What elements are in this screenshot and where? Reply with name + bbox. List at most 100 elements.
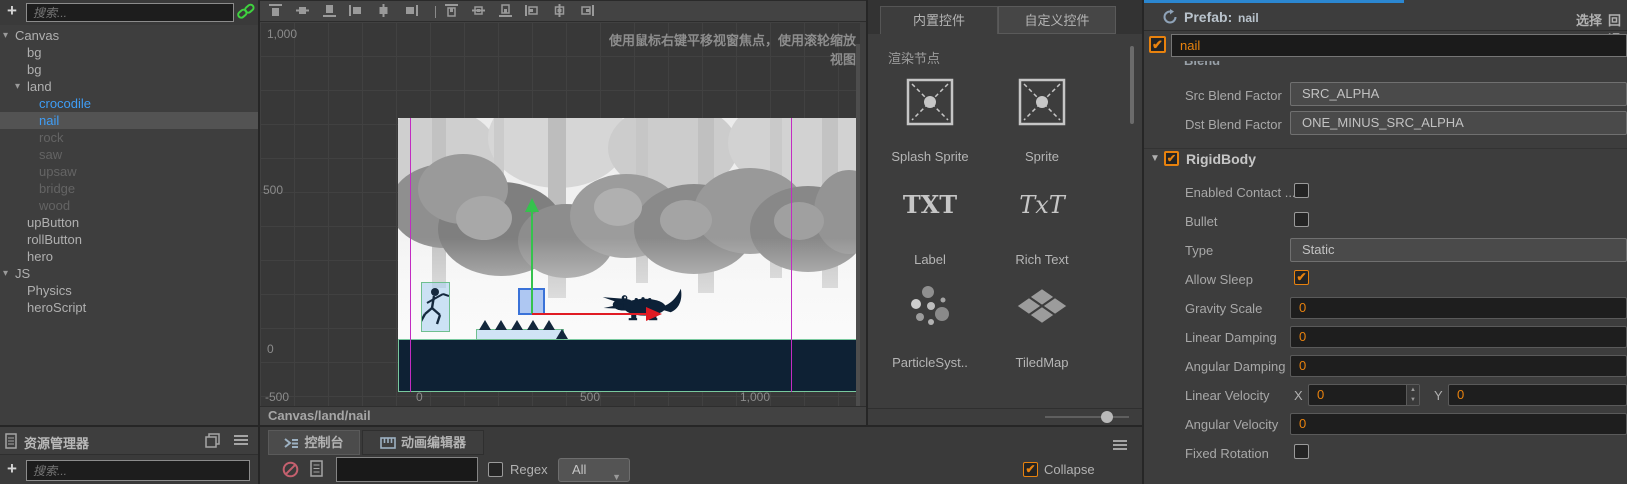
tree-item-bg[interactable]: bg — [0, 44, 258, 61]
x-axis-label: X — [1294, 388, 1303, 403]
tab-custom-widgets[interactable]: 自定义控件 — [998, 6, 1116, 34]
add-asset-button[interactable]: + — [4, 460, 20, 477]
scene-canvas[interactable]: 1,000 500 0 -500 0 500 1,000 使用鼠标右键平移视窗焦… — [260, 22, 860, 425]
tree-item-bg[interactable]: bg — [0, 61, 258, 78]
tab-console[interactable]: 控制台 — [268, 430, 360, 455]
scene-toolbar — [260, 0, 866, 22]
gizmo-arrow-up-icon[interactable] — [525, 198, 539, 212]
widget-particlesyst-[interactable]: ParticleSyst.. — [878, 274, 982, 374]
stretch-vcenter-icon[interactable] — [470, 3, 490, 21]
sprite-icon — [990, 76, 1094, 128]
property-value-input[interactable]: 0 — [1290, 355, 1627, 377]
gizmo-arrow-right-icon[interactable] — [646, 307, 662, 321]
property-checkbox[interactable]: ✔ — [1294, 270, 1309, 285]
link-prefab-icon[interactable] — [236, 3, 256, 21]
regex-checkbox[interactable] — [488, 462, 503, 477]
tree-item-label: crocodile — [39, 96, 92, 111]
tree-item-rollbutton[interactable]: rollButton — [0, 231, 258, 248]
align-bottom-icon[interactable] — [321, 3, 341, 21]
align-right-icon[interactable] — [402, 3, 422, 21]
property-checkbox[interactable] — [1294, 444, 1309, 459]
prefab-sync-icon[interactable] — [1162, 9, 1178, 25]
clear-console-icon[interactable] — [282, 461, 299, 478]
property-checkbox[interactable] — [1294, 183, 1309, 198]
tree-item-js[interactable]: ▾ JS — [0, 265, 258, 282]
value-stepper[interactable]: ▲ ▼ — [1406, 385, 1419, 405]
node-enabled-checkbox[interactable]: ✔ — [1149, 36, 1166, 53]
widgets-scrollbar[interactable] — [1130, 46, 1134, 124]
console-menu-icon[interactable] — [1112, 439, 1128, 451]
log-level-dropdown[interactable]: All ▼ — [558, 458, 630, 482]
tree-item-label: heroScript — [27, 300, 87, 315]
tree-item-label: rollButton — [27, 232, 82, 247]
widget-splash-sprite[interactable]: Splash Sprite — [878, 68, 982, 168]
game-viewport[interactable] — [398, 118, 860, 392]
expand-arrow-icon[interactable]: ▾ — [15, 78, 20, 95]
hierarchy-topbar: + — [0, 0, 258, 25]
tab-animation-editor[interactable]: 动画编辑器 — [362, 430, 484, 455]
stretch-left-icon[interactable] — [524, 3, 544, 21]
expand-arrow-icon[interactable]: ▾ — [3, 27, 8, 44]
align-vcenter-icon[interactable] — [294, 3, 314, 21]
tree-item-land[interactable]: ▾ land — [0, 78, 258, 95]
zoom-slider-track[interactable] — [1045, 416, 1129, 418]
property-value-input[interactable]: 0 — [1290, 297, 1627, 319]
animation-editor-icon — [380, 437, 396, 449]
stretch-bottom-icon[interactable] — [497, 3, 517, 21]
console-filter-input[interactable] — [336, 457, 478, 482]
align-hcenter-icon[interactable] — [375, 3, 395, 21]
tree-item-crocodile[interactable]: crocodile — [0, 95, 258, 112]
crocodile-node[interactable] — [601, 284, 685, 322]
ruler-y-500: 500 — [263, 183, 284, 197]
assets-search-input[interactable] — [26, 460, 250, 481]
tree-item-upsaw[interactable]: upsaw — [0, 163, 258, 180]
rigidbody-enabled-checkbox[interactable]: ✔ — [1164, 151, 1179, 166]
x-value-input[interactable]: 0 ▲ ▼ — [1308, 384, 1420, 406]
assets-menu-icon[interactable] — [233, 433, 251, 449]
stretch-right-icon[interactable] — [578, 3, 598, 21]
property-value-input[interactable]: 0 — [1290, 413, 1627, 435]
widget-sprite[interactable]: Sprite — [990, 68, 1094, 168]
tree-item-heroscript[interactable]: heroScript — [0, 299, 258, 316]
src-blend-dropdown[interactable]: SRC_ALPHA — [1290, 82, 1627, 106]
property-value-input[interactable]: 0 — [1290, 326, 1627, 348]
expand-arrow-icon[interactable]: ▾ — [3, 265, 8, 282]
zoom-slider-handle[interactable] — [1101, 411, 1113, 423]
align-top-icon[interactable] — [267, 3, 287, 21]
hierarchy-search-input[interactable] — [26, 3, 234, 22]
widget-rich-text[interactable]: TxT Rich Text — [990, 171, 1094, 271]
duplicate-view-icon[interactable] — [205, 433, 223, 449]
tree-item-bridge[interactable]: bridge — [0, 180, 258, 197]
tree-item-nail[interactable]: nail — [0, 112, 258, 129]
y-value-input[interactable]: 0 — [1448, 384, 1627, 406]
hero-node[interactable] — [421, 282, 450, 332]
tab-builtin-widgets[interactable]: 内置控件 — [880, 6, 998, 34]
stretch-hcenter-icon[interactable] — [551, 3, 571, 21]
collapse-arrow-icon[interactable]: ▼ — [1150, 153, 1160, 164]
tree-item-physics[interactable]: Physics — [0, 282, 258, 299]
align-left-icon[interactable] — [348, 3, 368, 21]
widget-label[interactable]: TXT Label — [878, 171, 982, 271]
tree-item-rock[interactable]: rock — [0, 129, 258, 146]
tree-item-saw[interactable]: saw — [0, 146, 258, 163]
property-checkbox[interactable] — [1294, 212, 1309, 227]
dst-blend-dropdown[interactable]: ONE_MINUS_SRC_ALPHA — [1290, 111, 1627, 135]
gizmo-axis-x[interactable] — [532, 313, 648, 315]
widget-tiledmap[interactable]: TiledMap — [990, 274, 1094, 374]
tree-item-wood[interactable]: wood — [0, 197, 258, 214]
collapse-checkbox[interactable]: ✔ — [1023, 462, 1038, 477]
scene-scrollbar[interactable] — [856, 44, 860, 425]
tree-item-hero[interactable]: hero — [0, 248, 258, 265]
stretch-top-icon[interactable] — [443, 3, 463, 21]
tree-item-upbutton[interactable]: upButton — [0, 214, 258, 231]
prefab-select-button[interactable]: 选择 — [1576, 10, 1602, 29]
spikes-node[interactable] — [476, 320, 564, 340]
gizmo-axis-y[interactable] — [531, 211, 533, 314]
add-node-button[interactable]: + — [4, 2, 20, 19]
node-name-input[interactable] — [1171, 34, 1627, 57]
log-file-icon[interactable] — [310, 460, 324, 477]
property-label: Fixed Rotation — [1185, 446, 1269, 461]
type-dropdown[interactable]: Static — [1290, 238, 1627, 262]
render-nodes-section-title: 渲染节点 — [888, 51, 941, 66]
tree-item-canvas[interactable]: ▾ Canvas — [0, 27, 258, 44]
